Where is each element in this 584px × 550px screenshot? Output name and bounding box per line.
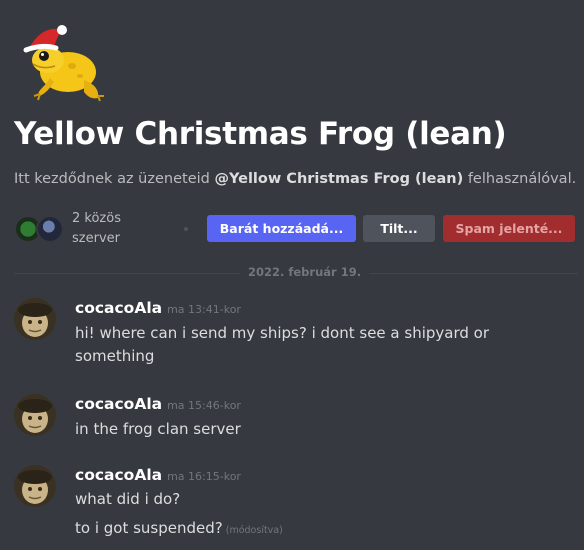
message-timestamp: ma 16:15-kor — [167, 470, 241, 483]
mutual-line-2: szerver — [72, 231, 120, 246]
message-content: what did i do? — [75, 490, 181, 508]
block-button[interactable]: Tilt... — [363, 215, 435, 242]
message-timestamp: ma 15:46-kor — [167, 399, 241, 412]
user-avatar[interactable] — [14, 465, 56, 507]
message-author[interactable]: cocacoAla — [75, 395, 162, 413]
message-line: to i got suspended? — [75, 519, 223, 537]
message-content: hi! where can i send my ships? i dont se… — [75, 324, 490, 365]
message-content-edited: to i got suspended? (módosítva) — [75, 517, 555, 542]
page-title: Yellow Christmas Frog (lean) — [14, 116, 507, 152]
report-spam-button[interactable]: Spam jelenté... — [443, 215, 575, 242]
mutual-servers[interactable]: 2 közös szerver — [14, 211, 132, 246]
message-author[interactable]: cocacoAla — [75, 466, 162, 484]
date-divider: 2022. február 19. — [240, 265, 370, 279]
frog-avatar-icon — [23, 25, 104, 102]
separator-dot — [184, 227, 188, 231]
message-content: in the frog clan server — [75, 420, 241, 438]
add-friend-button[interactable]: Barát hozzáadá... — [207, 215, 356, 242]
message-header: cocacoAla ma 13:41-kor — [75, 298, 241, 317]
edited-label: (módosítva) — [225, 525, 283, 536]
intro-suffix: felhasználóval. — [463, 171, 577, 187]
user-mention[interactable]: @Yellow Christmas Frog (lean) — [214, 171, 463, 187]
message-timestamp: ma 13:41-kor — [167, 303, 241, 316]
user-avatar[interactable] — [14, 394, 56, 436]
intro-prefix: Itt kezdődnek az üzeneteid — [14, 171, 215, 187]
conversation-intro: Itt kezdődnek az üzeneteid @Yellow Chris… — [14, 171, 576, 187]
mutual-servers-label: 2 közös szerver — [72, 209, 132, 249]
message-header: cocacoAla ma 15:46-kor — [75, 394, 241, 413]
message-author[interactable]: cocacoAla — [75, 299, 162, 317]
user-avatar[interactable] — [14, 298, 56, 340]
server-icon[interactable] — [36, 215, 64, 243]
mutual-line-1: 2 közös — [72, 211, 121, 226]
message-header: cocacoAla ma 16:15-kor — [75, 465, 241, 484]
